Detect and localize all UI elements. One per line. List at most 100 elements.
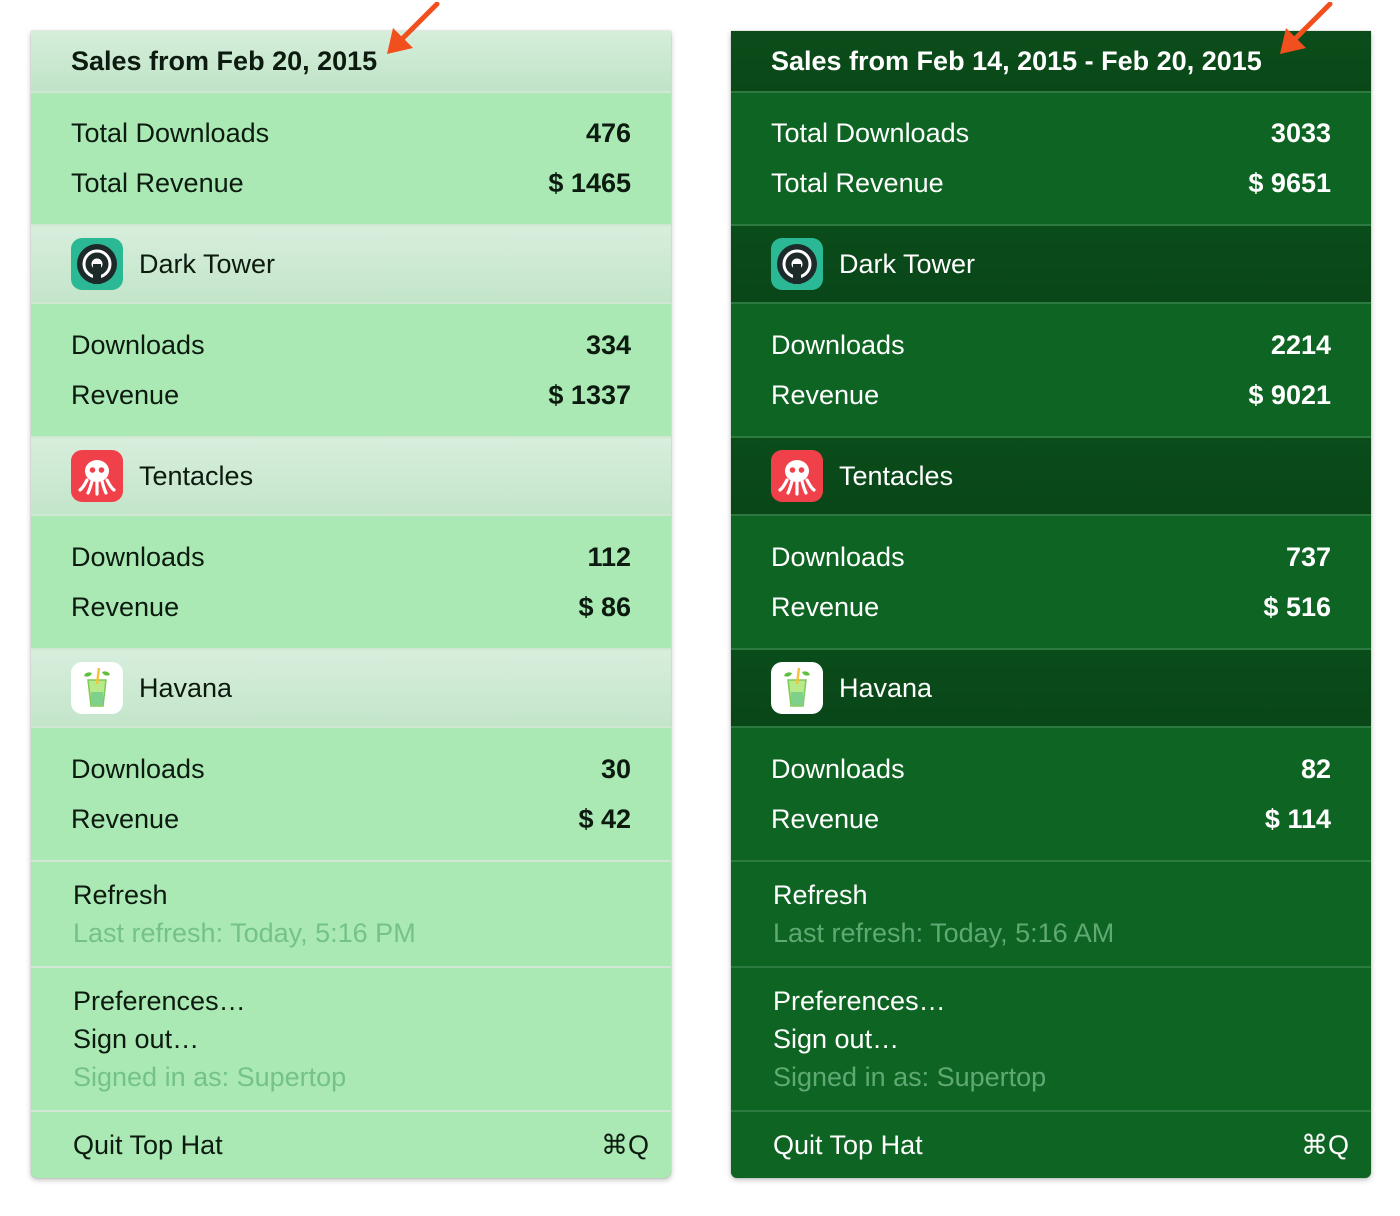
- app-downloads-row: Downloads 30: [71, 749, 631, 789]
- downloads-label: Downloads: [771, 754, 905, 784]
- total-downloads-label: Total Downloads: [71, 118, 270, 148]
- revenue-label: Revenue: [71, 592, 180, 622]
- revenue-value: $ 114: [1264, 804, 1331, 834]
- app-revenue-row: Revenue $ 1337: [71, 375, 631, 415]
- quit-shortcut: ⌘Q: [600, 1130, 649, 1160]
- divider: [31, 514, 671, 516]
- cocktail-icon: [71, 662, 123, 714]
- downloads-label: Downloads: [771, 330, 905, 360]
- downloads-value: 2214: [1270, 330, 1331, 360]
- total-downloads-value: 3033: [1270, 118, 1331, 148]
- revenue-label: Revenue: [771, 380, 880, 410]
- divider: [731, 514, 1371, 516]
- quit-shortcut: ⌘Q: [1300, 1130, 1349, 1160]
- divider: [731, 302, 1371, 304]
- app-downloads-row: Downloads 82: [771, 749, 1331, 789]
- downloads-label: Downloads: [71, 754, 205, 784]
- app-downloads-row: Downloads 2214: [771, 325, 1331, 365]
- divider: [31, 966, 671, 968]
- total-revenue-row: Total Revenue $ 9651: [771, 163, 1331, 203]
- annotation-arrow-icon: [387, 2, 440, 54]
- total-downloads-row: Total Downloads 3033: [771, 113, 1331, 153]
- total-revenue-row: Total Revenue $ 1465: [71, 163, 631, 203]
- divider: [31, 302, 671, 304]
- divider: [31, 91, 671, 93]
- refresh-menu-item[interactable]: Refresh: [773, 876, 868, 914]
- sales-menu-light: Sales from Feb 20, 2015 Total Downloads …: [31, 31, 671, 1178]
- sales-period-header: Sales from Feb 20, 2015: [31, 31, 671, 91]
- preferences-menu-item[interactable]: Preferences…: [773, 982, 946, 1020]
- sign-out-menu-item[interactable]: Sign out…: [73, 1020, 199, 1058]
- sales-period-header: Sales from Feb 14, 2015 - Feb 20, 2015: [731, 31, 1371, 91]
- cocktail-icon: [771, 662, 823, 714]
- app-revenue-row: Revenue $ 42: [71, 799, 631, 839]
- revenue-label: Revenue: [771, 592, 880, 622]
- app-revenue-row: Revenue $ 9021: [771, 375, 1331, 415]
- app-name-tentacles: Tentacles: [139, 461, 254, 491]
- app-header-tentacles: Tentacles: [731, 438, 1371, 514]
- revenue-label: Revenue: [771, 804, 880, 834]
- total-revenue-value: $ 1465: [548, 168, 631, 198]
- divider: [731, 860, 1371, 862]
- quit-menu-item[interactable]: Quit Top Hat: [773, 1126, 923, 1164]
- app-downloads-row: Downloads 112: [71, 537, 631, 577]
- signed-in-text: Signed in as: Supertop: [773, 1062, 1047, 1092]
- app-name-havana: Havana: [139, 673, 233, 703]
- total-revenue-value: $ 9651: [1248, 168, 1331, 198]
- app-revenue-row: Revenue $ 86: [71, 587, 631, 627]
- last-refresh-text: Last refresh: Today, 5:16 PM: [73, 918, 416, 948]
- divider: [31, 860, 671, 862]
- dark-tower-icon: [771, 238, 823, 290]
- revenue-value: $ 1337: [548, 380, 631, 410]
- divider: [731, 91, 1371, 93]
- downloads-value: 334: [585, 330, 631, 360]
- downloads-value: 82: [1300, 754, 1331, 784]
- revenue-value: $ 516: [1263, 592, 1331, 622]
- total-downloads-row: Total Downloads 476: [71, 113, 631, 153]
- last-refresh-text: Last refresh: Today, 5:16 AM: [773, 918, 1115, 948]
- downloads-label: Downloads: [71, 330, 205, 360]
- sales-menu-dark: Sales from Feb 14, 2015 - Feb 20, 2015 T…: [731, 31, 1371, 1178]
- downloads-value: 30: [600, 754, 631, 784]
- annotation-arrow-icon: [1280, 2, 1333, 54]
- revenue-value: $ 42: [578, 804, 631, 834]
- app-downloads-row: Downloads 737: [771, 537, 1331, 577]
- quit-menu-item[interactable]: Quit Top Hat: [73, 1126, 223, 1164]
- app-revenue-row: Revenue $ 516: [771, 587, 1331, 627]
- total-revenue-label: Total Revenue: [771, 168, 944, 198]
- octopus-icon: [71, 450, 123, 502]
- sign-out-menu-item[interactable]: Sign out…: [773, 1020, 899, 1058]
- app-name-tentacles: Tentacles: [839, 461, 954, 491]
- app-header-havana: Havana: [731, 650, 1371, 726]
- revenue-value: $ 9021: [1248, 380, 1331, 410]
- divider: [731, 966, 1371, 968]
- signed-in-text: Signed in as: Supertop: [73, 1062, 347, 1092]
- app-header-tentacles: Tentacles: [31, 438, 671, 514]
- preferences-menu-item[interactable]: Preferences…: [73, 982, 246, 1020]
- app-header-dark-tower: Dark Tower: [731, 226, 1371, 302]
- divider: [31, 1110, 671, 1112]
- app-name-dark-tower: Dark Tower: [139, 249, 276, 279]
- app-revenue-row: Revenue $ 114: [771, 799, 1331, 839]
- refresh-menu-item[interactable]: Refresh: [73, 876, 168, 914]
- app-name-havana: Havana: [839, 673, 933, 703]
- total-downloads-value: 476: [585, 118, 631, 148]
- dark-tower-icon: [71, 238, 123, 290]
- downloads-value: 737: [1285, 542, 1331, 572]
- app-name-dark-tower: Dark Tower: [839, 249, 976, 279]
- revenue-label: Revenue: [71, 804, 180, 834]
- app-downloads-row: Downloads 334: [71, 325, 631, 365]
- revenue-value: $ 86: [578, 592, 631, 622]
- total-downloads-label: Total Downloads: [771, 118, 970, 148]
- app-header-dark-tower: Dark Tower: [31, 226, 671, 302]
- total-revenue-label: Total Revenue: [71, 168, 244, 198]
- octopus-icon: [771, 450, 823, 502]
- revenue-label: Revenue: [71, 380, 180, 410]
- downloads-label: Downloads: [71, 542, 205, 572]
- divider: [731, 726, 1371, 728]
- divider: [731, 1110, 1371, 1112]
- divider: [31, 726, 671, 728]
- downloads-value: 112: [587, 542, 631, 572]
- app-header-havana: Havana: [31, 650, 671, 726]
- downloads-label: Downloads: [771, 542, 905, 572]
